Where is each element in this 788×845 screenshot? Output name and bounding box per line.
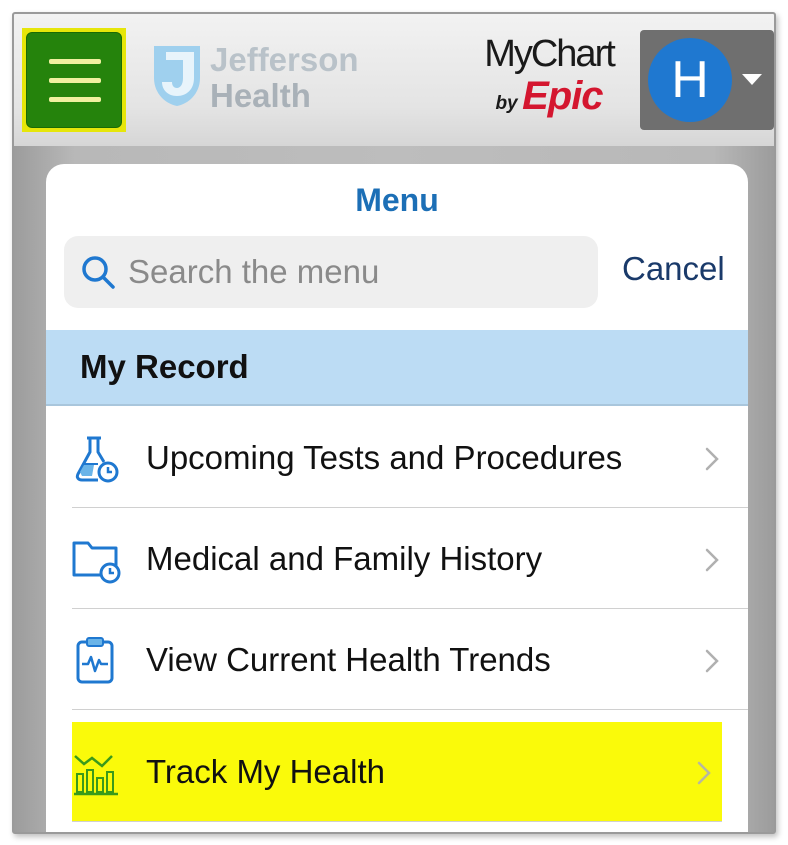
folder-clock-icon	[72, 541, 121, 584]
hamburger-line	[49, 97, 101, 102]
menu-item-label: Upcoming Tests and Procedures	[146, 439, 623, 476]
logo-line2: Health	[210, 77, 311, 114]
chevron-right-icon	[697, 761, 711, 785]
section-title: My Record	[80, 348, 249, 385]
menu-item-label: View Current Health Trends	[146, 641, 551, 678]
menu-title: Menu	[355, 182, 439, 218]
section-header-my-record: My Record	[46, 330, 748, 406]
chevron-right-icon	[705, 447, 719, 471]
app-frame: Jefferson Health MyChart by Epic H Menu …	[12, 12, 776, 834]
account-menu-button[interactable]: H	[640, 30, 774, 130]
search-icon	[82, 256, 115, 289]
menu-item-label: Track My Health	[146, 753, 385, 790]
mychart-wordmark: MyChart	[484, 33, 616, 75]
clipboard-pulse-icon	[76, 637, 114, 684]
epic-wordmark: Epic	[522, 74, 603, 118]
cancel-button[interactable]: Cancel	[622, 250, 725, 288]
menu-item-label: Medical and Family History	[146, 540, 543, 577]
bar-chart-trend-icon	[74, 755, 118, 796]
chevron-right-icon	[705, 548, 719, 572]
search-box[interactable]	[64, 236, 598, 308]
top-header: Jefferson Health MyChart by Epic H	[14, 14, 774, 146]
search-input[interactable]	[128, 236, 588, 308]
logo-line1: Jefferson	[210, 41, 359, 78]
mychart-by: by	[495, 93, 518, 114]
menu-item-track-my-health[interactable]: Track My Health	[72, 722, 722, 822]
flask-clock-icon	[75, 436, 119, 483]
menu-panel: Menu Cancel My Record Upcoming Tests and…	[46, 164, 748, 832]
menu-item-upcoming-tests[interactable]: Upcoming Tests and Procedures	[72, 408, 748, 508]
caret-down-icon	[742, 74, 762, 85]
menu-item-medical-family-history[interactable]: Medical and Family History	[72, 509, 748, 609]
menu-item-view-health-trends[interactable]: View Current Health Trends	[72, 610, 748, 710]
hamburger-line	[49, 78, 101, 83]
chevron-right-icon	[705, 649, 719, 673]
jefferson-shield-icon	[154, 46, 200, 106]
mychart-logo: MyChart by Epic	[469, 34, 629, 119]
jefferson-health-logo: Jefferson Health	[210, 42, 359, 114]
hamburger-menu-button[interactable]	[26, 32, 122, 128]
avatar: H	[648, 38, 732, 122]
hamburger-line	[49, 59, 101, 64]
